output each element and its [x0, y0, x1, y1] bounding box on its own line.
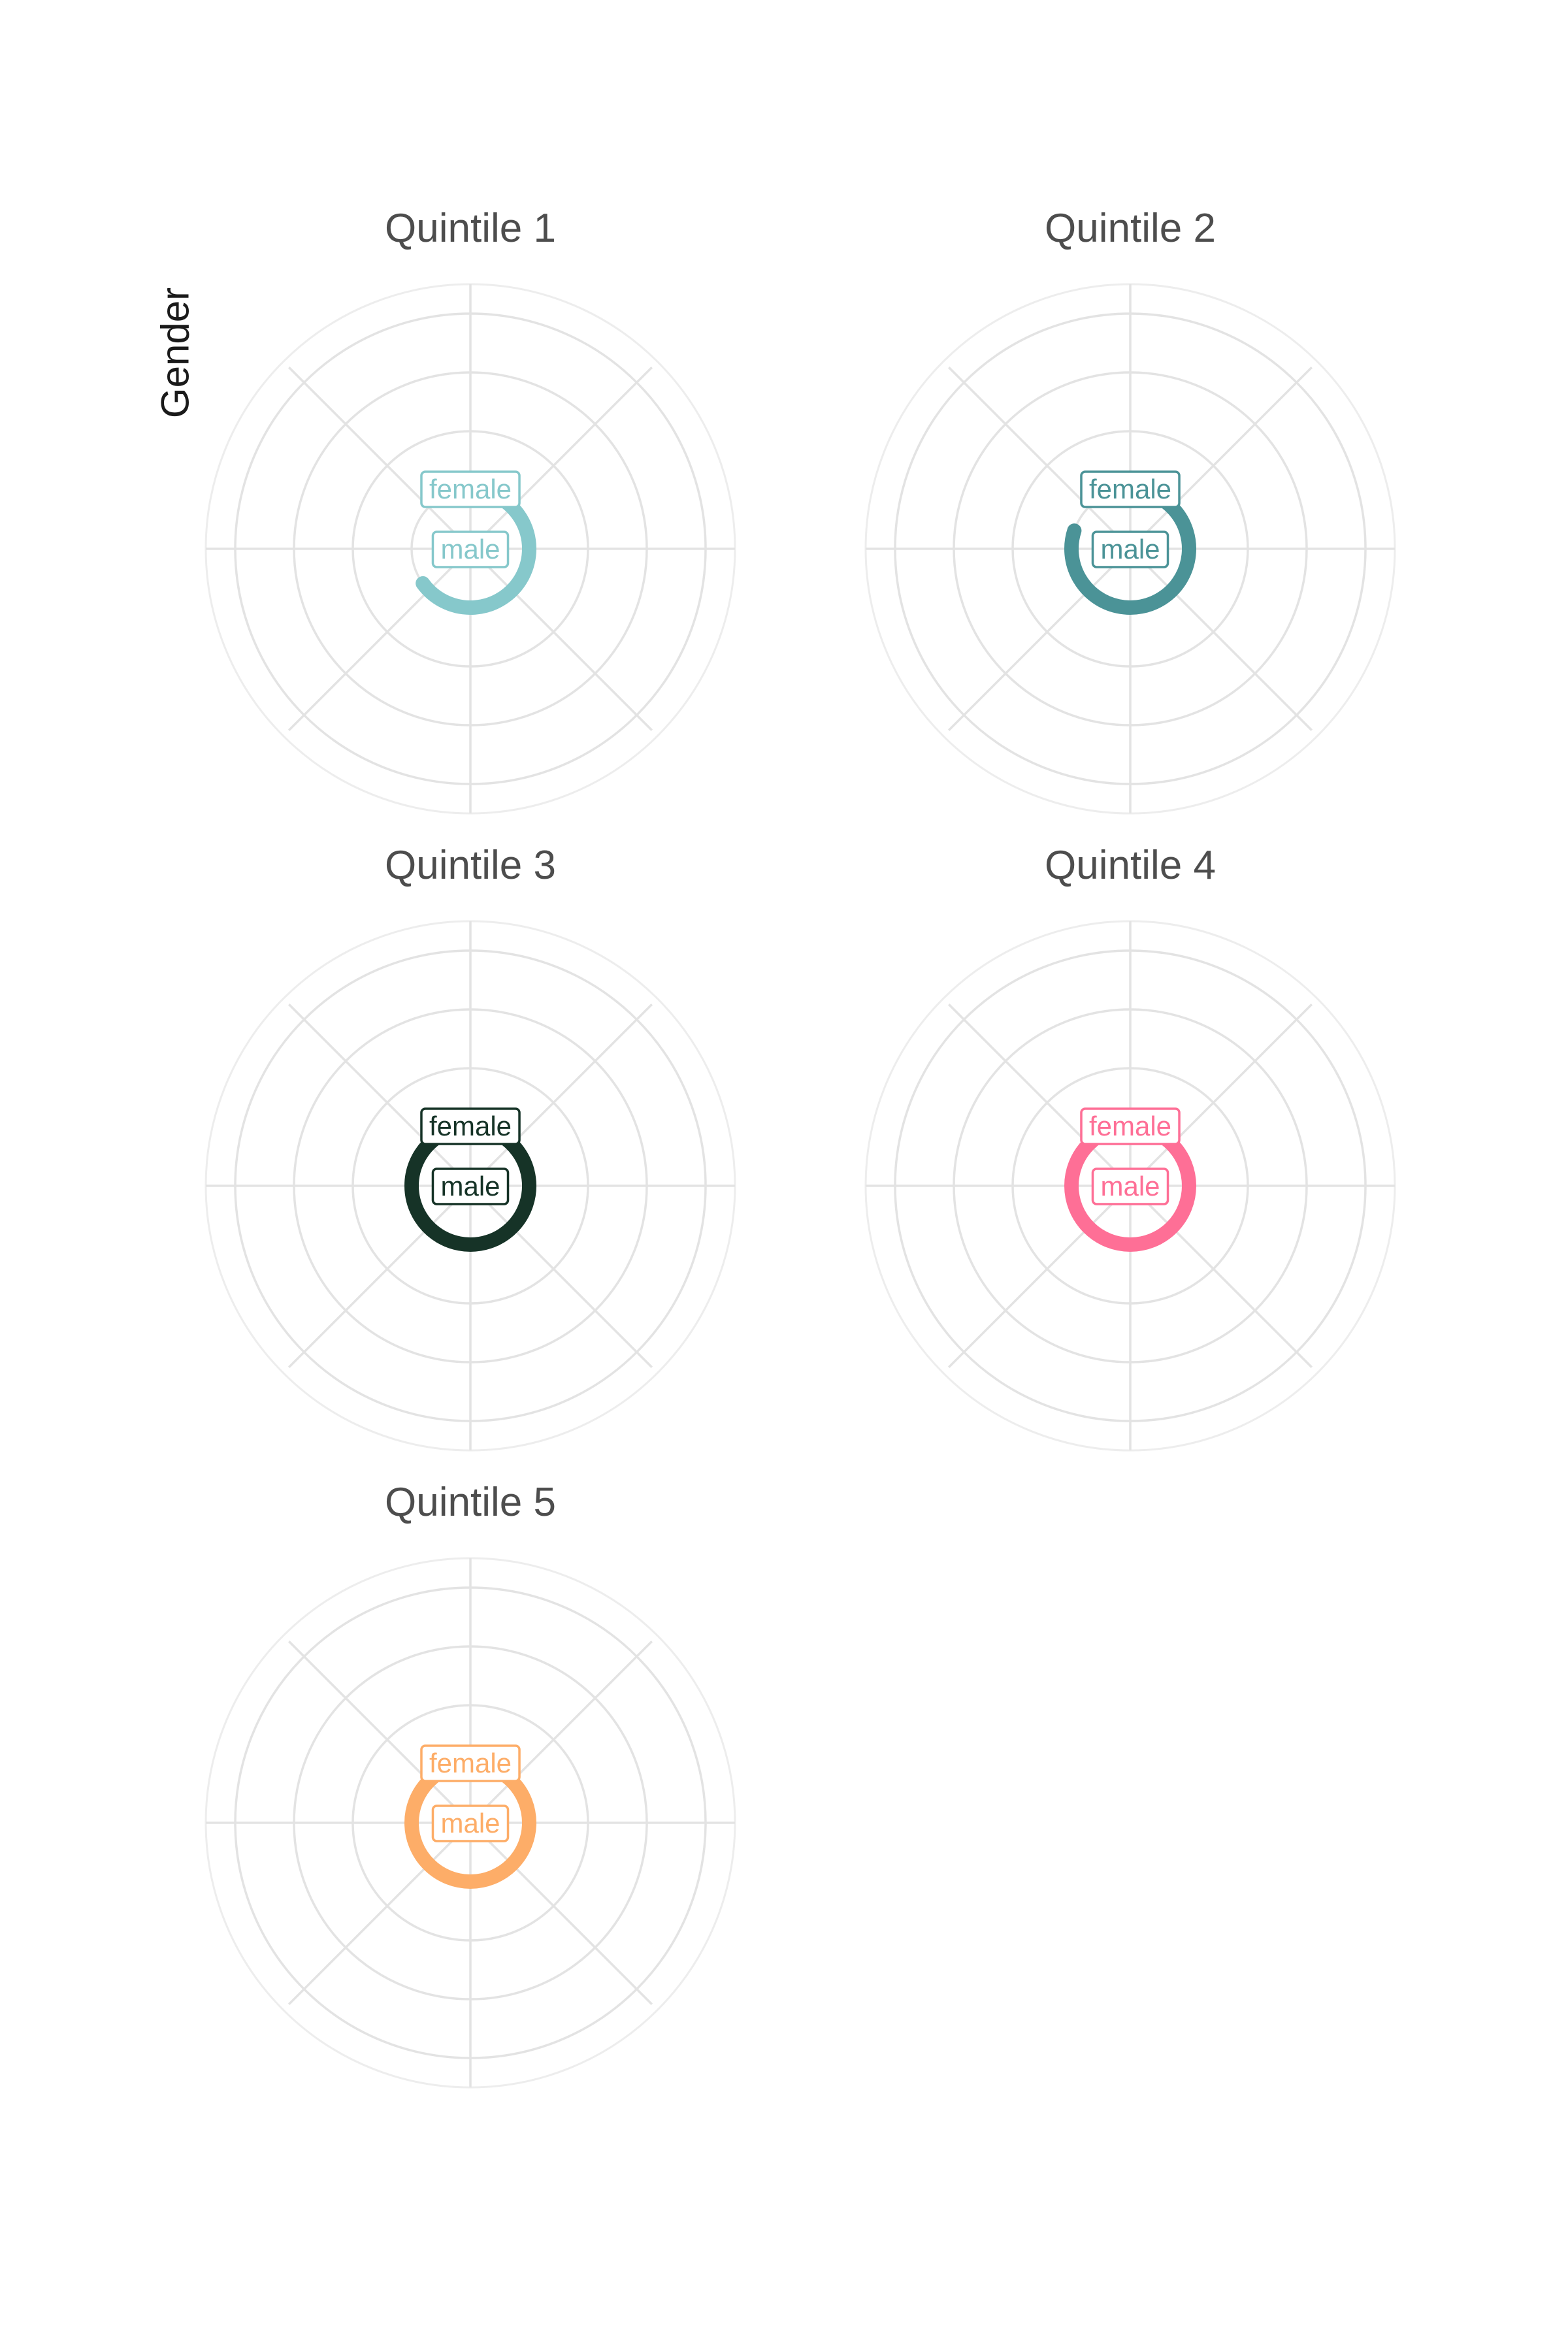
- series-label-female: female: [420, 470, 521, 508]
- series-label-male: male: [1091, 531, 1169, 568]
- panel-1: Quintile 1 male female: [204, 206, 736, 815]
- series-label-male: male: [431, 1168, 510, 1205]
- grid-spoke: [469, 1003, 653, 1187]
- series-label-text: male: [1100, 534, 1160, 564]
- series-label-text: male: [1100, 1171, 1160, 1201]
- panel-title: Quintile 3: [385, 843, 556, 888]
- series-label-female: female: [420, 1107, 521, 1145]
- grid-spoke: [469, 366, 653, 550]
- series-label-text: male: [440, 534, 500, 564]
- panel-title: Quintile 4: [1045, 843, 1216, 888]
- grid-spoke: [947, 547, 1132, 732]
- series-label-text: female: [1089, 1111, 1171, 1141]
- grid-spoke: [1129, 1184, 1313, 1369]
- grid-spoke: [1129, 547, 1313, 732]
- series-label-text: female: [429, 1111, 512, 1141]
- grid-spoke: [287, 1640, 472, 1824]
- radial-chart-figure: Quintile 1 male female Quintile 2 male female…: [204, 206, 1396, 2089]
- grid-spoke: [287, 366, 472, 550]
- panel-title: Quintile 5: [385, 1480, 556, 1525]
- panel-5: Quintile 5 male female: [204, 1480, 736, 2089]
- grid-spoke: [1129, 1003, 1313, 1187]
- grid-spoke: [947, 366, 1132, 550]
- series-label-text: male: [440, 1808, 500, 1838]
- panel-title: Quintile 1: [385, 206, 556, 251]
- series-label-text: male: [440, 1171, 500, 1201]
- panel-title: Quintile 2: [1045, 206, 1216, 251]
- series-label-male: male: [1091, 1168, 1169, 1205]
- grid-spoke: [469, 1184, 653, 1369]
- grid-spoke: [947, 1003, 1132, 1187]
- series-label-text: female: [1089, 474, 1171, 504]
- grid-spoke: [469, 547, 653, 732]
- grid-spoke: [469, 1640, 653, 1824]
- panel-3: Quintile 3 male female: [204, 843, 736, 1452]
- panel-4: Quintile 4 male female: [864, 843, 1396, 1452]
- grid-spoke: [1129, 366, 1313, 550]
- series-label-female: female: [1080, 1107, 1181, 1145]
- panel-2: Quintile 2 male female: [864, 206, 1396, 815]
- grid-spoke: [287, 1003, 472, 1187]
- grid-spoke: [287, 1184, 472, 1369]
- series-label-female: female: [420, 1744, 521, 1782]
- series-label-text: female: [429, 1748, 512, 1778]
- grid-spoke: [287, 1821, 472, 2006]
- series-label-female: female: [1080, 470, 1181, 508]
- series-label-text: female: [429, 474, 512, 504]
- grid-spoke: [287, 547, 472, 732]
- grid-spoke: [469, 1821, 653, 2006]
- grid-spoke: [947, 1184, 1132, 1369]
- series-label-male: male: [431, 531, 510, 568]
- series-label-male: male: [431, 1805, 510, 1842]
